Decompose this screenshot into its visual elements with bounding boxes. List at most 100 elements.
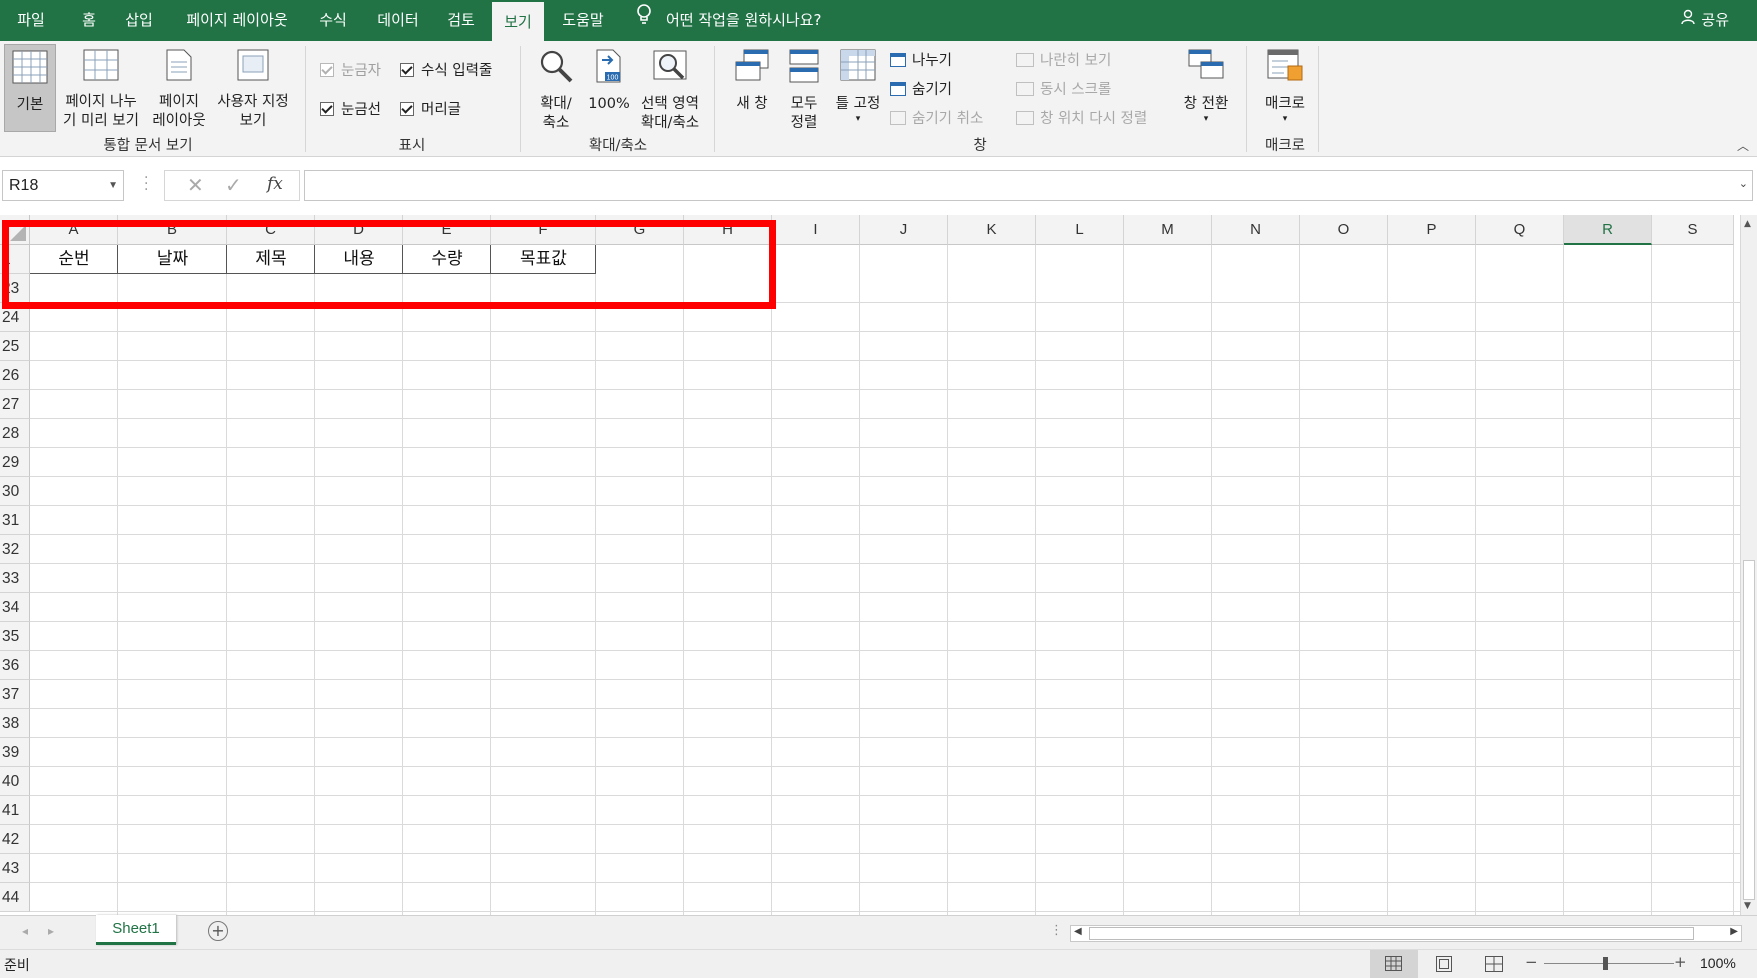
column-header-m[interactable]: M (1124, 215, 1212, 245)
column-header-h[interactable]: H (684, 215, 772, 245)
row-header-39[interactable]: 39 (0, 738, 30, 767)
zoom-100-button[interactable]: 100 100% (586, 48, 632, 114)
insert-function-icon[interactable]: fx (267, 174, 283, 194)
unhide-button[interactable]: 숨기기 취소 (890, 107, 983, 128)
synchronous-scrolling-button[interactable]: 동시 스크롤 (1016, 78, 1111, 99)
row-header-1[interactable]: 1 (0, 245, 30, 274)
tab-home[interactable]: 홈 (72, 0, 106, 41)
zoom-level[interactable]: 100% (1700, 955, 1736, 971)
scroll-thumb[interactable] (1743, 560, 1755, 900)
horizontal-scrollbar[interactable]: ◀ ▶ (1070, 925, 1742, 942)
row-header-24[interactable]: 24 (0, 303, 30, 332)
row-header-33[interactable]: 33 (0, 564, 30, 593)
sheet-tab-sheet1[interactable]: Sheet1 (96, 915, 176, 945)
column-header-a[interactable]: A (30, 215, 118, 245)
scroll-down-icon[interactable]: ▼ (1744, 901, 1751, 911)
drag-handle-icon[interactable]: · · · (144, 171, 148, 197)
tab-data[interactable]: 데이터 (372, 0, 424, 41)
share-button[interactable]: 공유 (1681, 0, 1729, 41)
zoom-selection-button[interactable]: 선택 영역 확대/축소 (632, 48, 708, 133)
row-header-36[interactable]: 36 (0, 651, 30, 680)
row-header-29[interactable]: 29 (0, 448, 30, 477)
scroll-right-icon[interactable]: ▶ (1730, 926, 1738, 937)
cell-e1[interactable]: 수량 (403, 245, 491, 274)
page-break-preview-button[interactable]: 페이지 나누 기 미리 보기 (60, 48, 142, 131)
column-header-o[interactable]: O (1300, 215, 1388, 245)
column-header-p[interactable]: P (1388, 215, 1476, 245)
split-button[interactable]: 나누기 (890, 49, 952, 70)
row-header-40[interactable]: 40 (0, 767, 30, 796)
switch-windows-button[interactable]: 창 전환 ▾ (1176, 48, 1236, 124)
column-header-s[interactable]: S (1652, 215, 1734, 245)
row-header-35[interactable]: 35 (0, 622, 30, 651)
cell-c1[interactable]: 제목 (227, 245, 315, 274)
row-header-28[interactable]: 28 (0, 419, 30, 448)
next-sheet-icon[interactable]: ▸ (48, 924, 54, 938)
normal-view-button[interactable]: 기본 (4, 44, 56, 132)
macros-button[interactable]: 매크로 ▾ (1252, 48, 1318, 124)
column-header-j[interactable]: J (860, 215, 948, 245)
ruler-checkbox[interactable]: 눈금자 (320, 59, 381, 80)
prev-sheet-icon[interactable]: ◂ (22, 924, 28, 938)
zoom-slider-thumb[interactable] (1603, 957, 1608, 970)
freeze-panes-button[interactable]: 틀 고정 ▾ (828, 48, 888, 124)
column-header-g[interactable]: G (596, 215, 684, 245)
view-side-by-side-button[interactable]: 나란히 보기 (1016, 49, 1111, 70)
cell-a1[interactable]: 순번 (30, 245, 118, 274)
row-header-41[interactable]: 41 (0, 796, 30, 825)
headings-checkbox[interactable]: 머리글 (400, 98, 461, 119)
cell-b1[interactable]: 날짜 (118, 245, 227, 274)
column-header-l[interactable]: L (1036, 215, 1124, 245)
arrange-all-button[interactable]: 모두 정렬 (782, 48, 826, 133)
gridlines-checkbox[interactable]: 눈금선 (320, 98, 381, 119)
cancel-icon[interactable]: ✕ (187, 173, 204, 197)
column-header-r[interactable]: R (1564, 215, 1652, 245)
page-layout-status-icon[interactable] (1436, 956, 1452, 972)
row-header-26[interactable]: 26 (0, 361, 30, 390)
column-header-c[interactable]: C (227, 215, 315, 245)
column-header-k[interactable]: K (948, 215, 1036, 245)
column-header-f[interactable]: F (491, 215, 596, 245)
formula-bar-checkbox[interactable]: 수식 입력줄 (400, 59, 492, 80)
formula-input[interactable]: ⌄ (304, 170, 1753, 201)
tab-review[interactable]: 검토 (440, 0, 482, 41)
scroll-left-icon[interactable]: ◀ (1074, 926, 1082, 937)
row-header-31[interactable]: 31 (0, 506, 30, 535)
zoom-button[interactable]: 확대/ 축소 (528, 48, 584, 133)
column-header-d[interactable]: D (315, 215, 403, 245)
row-header-23[interactable]: 23 (0, 274, 30, 303)
add-sheet-icon[interactable]: + (208, 921, 228, 941)
tab-file[interactable]: 파일 (12, 0, 50, 41)
scroll-up-icon[interactable]: ▲ (1744, 219, 1751, 229)
custom-views-button[interactable]: 사용자 지정 보기 (212, 48, 294, 131)
expand-formula-icon[interactable]: ⌄ (1739, 177, 1748, 190)
select-all-corner[interactable] (0, 215, 30, 245)
column-header-b[interactable]: B (118, 215, 227, 245)
page-layout-view-button[interactable]: 페이지 레이아웃 (148, 48, 210, 131)
worksheet-grid[interactable]: A B C D E F G H I J K L M N O P Q R S 1 23 24 25 26 27 28 29 30 31 32… (0, 215, 1740, 915)
hide-button[interactable]: 숨기기 (890, 78, 952, 99)
tab-insert[interactable]: 삽입 (118, 0, 160, 41)
row-header-43[interactable]: 43 (0, 854, 30, 883)
vertical-scrollbar[interactable]: ▲ ▼ (1740, 215, 1757, 915)
column-header-q[interactable]: Q (1476, 215, 1564, 245)
split-handle-icon[interactable]: ⋮ (1050, 923, 1063, 938)
reset-window-position-button[interactable]: 창 위치 다시 정렬 (1016, 107, 1147, 128)
tab-formulas[interactable]: 수식 (312, 0, 354, 41)
row-header-42[interactable]: 42 (0, 825, 30, 854)
row-header-34[interactable]: 34 (0, 593, 30, 622)
column-header-i[interactable]: I (772, 215, 860, 245)
normal-view-status-button[interactable] (1370, 950, 1418, 978)
row-header-27[interactable]: 27 (0, 390, 30, 419)
cell-d1[interactable]: 내용 (315, 245, 403, 274)
name-box[interactable]: R18 ▼ (2, 170, 124, 201)
collapse-ribbon-icon[interactable]: ︿ (1737, 137, 1749, 154)
tab-view[interactable]: 보기 (492, 0, 544, 41)
row-header-32[interactable]: 32 (0, 535, 30, 564)
tab-page-layout[interactable]: 페이지 레이아웃 (178, 0, 296, 41)
column-header-n[interactable]: N (1212, 215, 1300, 245)
row-header-37[interactable]: 37 (0, 680, 30, 709)
zoom-in-icon[interactable]: + (1674, 953, 1687, 971)
zoom-out-icon[interactable]: − (1525, 953, 1538, 971)
chevron-down-icon[interactable]: ▼ (108, 171, 118, 200)
